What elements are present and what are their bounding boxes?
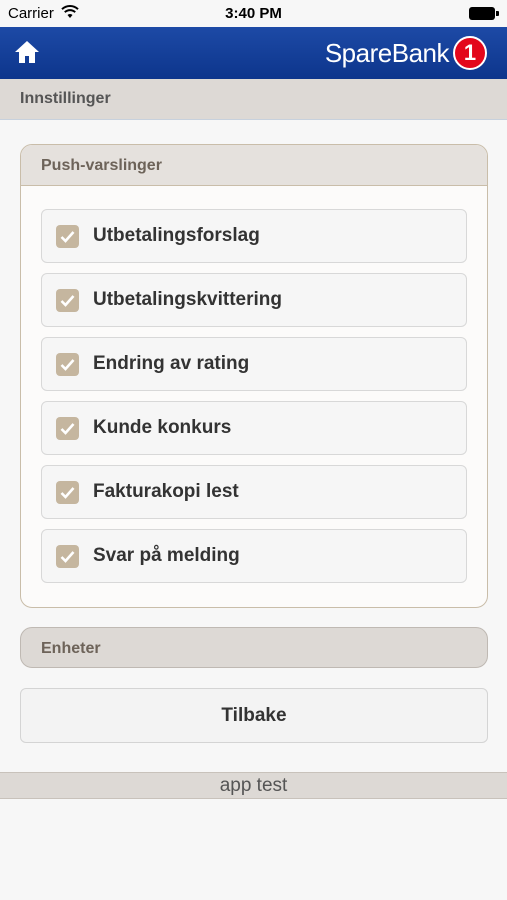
checkbox-checked-icon[interactable] [56,544,79,568]
brand-logo: SpareBank 1 [325,35,487,71]
app-bar: SpareBank 1 [0,27,507,79]
item-label: Kunde konkurs [93,417,232,438]
toggle-kunde-konkurs[interactable]: Kunde konkurs [41,401,467,455]
panel-title: Push-varslinger [41,157,162,174]
footer-text: app test [219,775,288,796]
item-label: Utbetalingskvittering [93,289,282,310]
units-title: Enheter [41,640,101,657]
back-button[interactable]: Tilbake [20,688,488,743]
checkbox-checked-icon[interactable] [56,288,79,312]
item-label: Fakturakopi lest [93,481,239,502]
checkbox-checked-icon[interactable] [56,480,79,504]
brand-name: SpareBank [324,37,450,68]
toggle-endring-av-rating[interactable]: Endring av rating [41,337,467,391]
checkbox-checked-icon[interactable] [56,352,79,376]
push-notifications-panel: Push-varslinger Utbetalingsforslag Utbet… [20,144,488,608]
battery-icon [469,7,499,20]
toggle-fakturakopi-lest[interactable]: Fakturakopi lest [41,465,467,519]
checkbox-checked-icon[interactable] [56,416,79,440]
item-label: Endring av rating [93,353,250,374]
status-time: 3:40 PM [225,5,282,22]
brand-badge: 1 [453,36,487,70]
page-title: Innstillinger [20,90,111,107]
page-header: Innstillinger [0,79,507,120]
home-icon[interactable] [12,38,42,66]
toggle-utbetalingsforslag[interactable]: Utbetalingsforslag [41,209,467,263]
item-label: Utbetalingsforslag [93,225,260,246]
checkbox-checked-icon[interactable] [56,224,79,248]
toggle-utbetalingskvittering[interactable]: Utbetalingskvittering [41,273,467,327]
footer-bar: app test [0,772,507,799]
panel-header: Push-varslinger [21,145,487,186]
toggle-svar-pa-melding[interactable]: Svar på melding [41,529,467,583]
units-panel-header[interactable]: Enheter [20,627,488,668]
status-bar: Carrier 3:40 PM [0,0,507,27]
item-label: Svar på melding [93,545,240,566]
